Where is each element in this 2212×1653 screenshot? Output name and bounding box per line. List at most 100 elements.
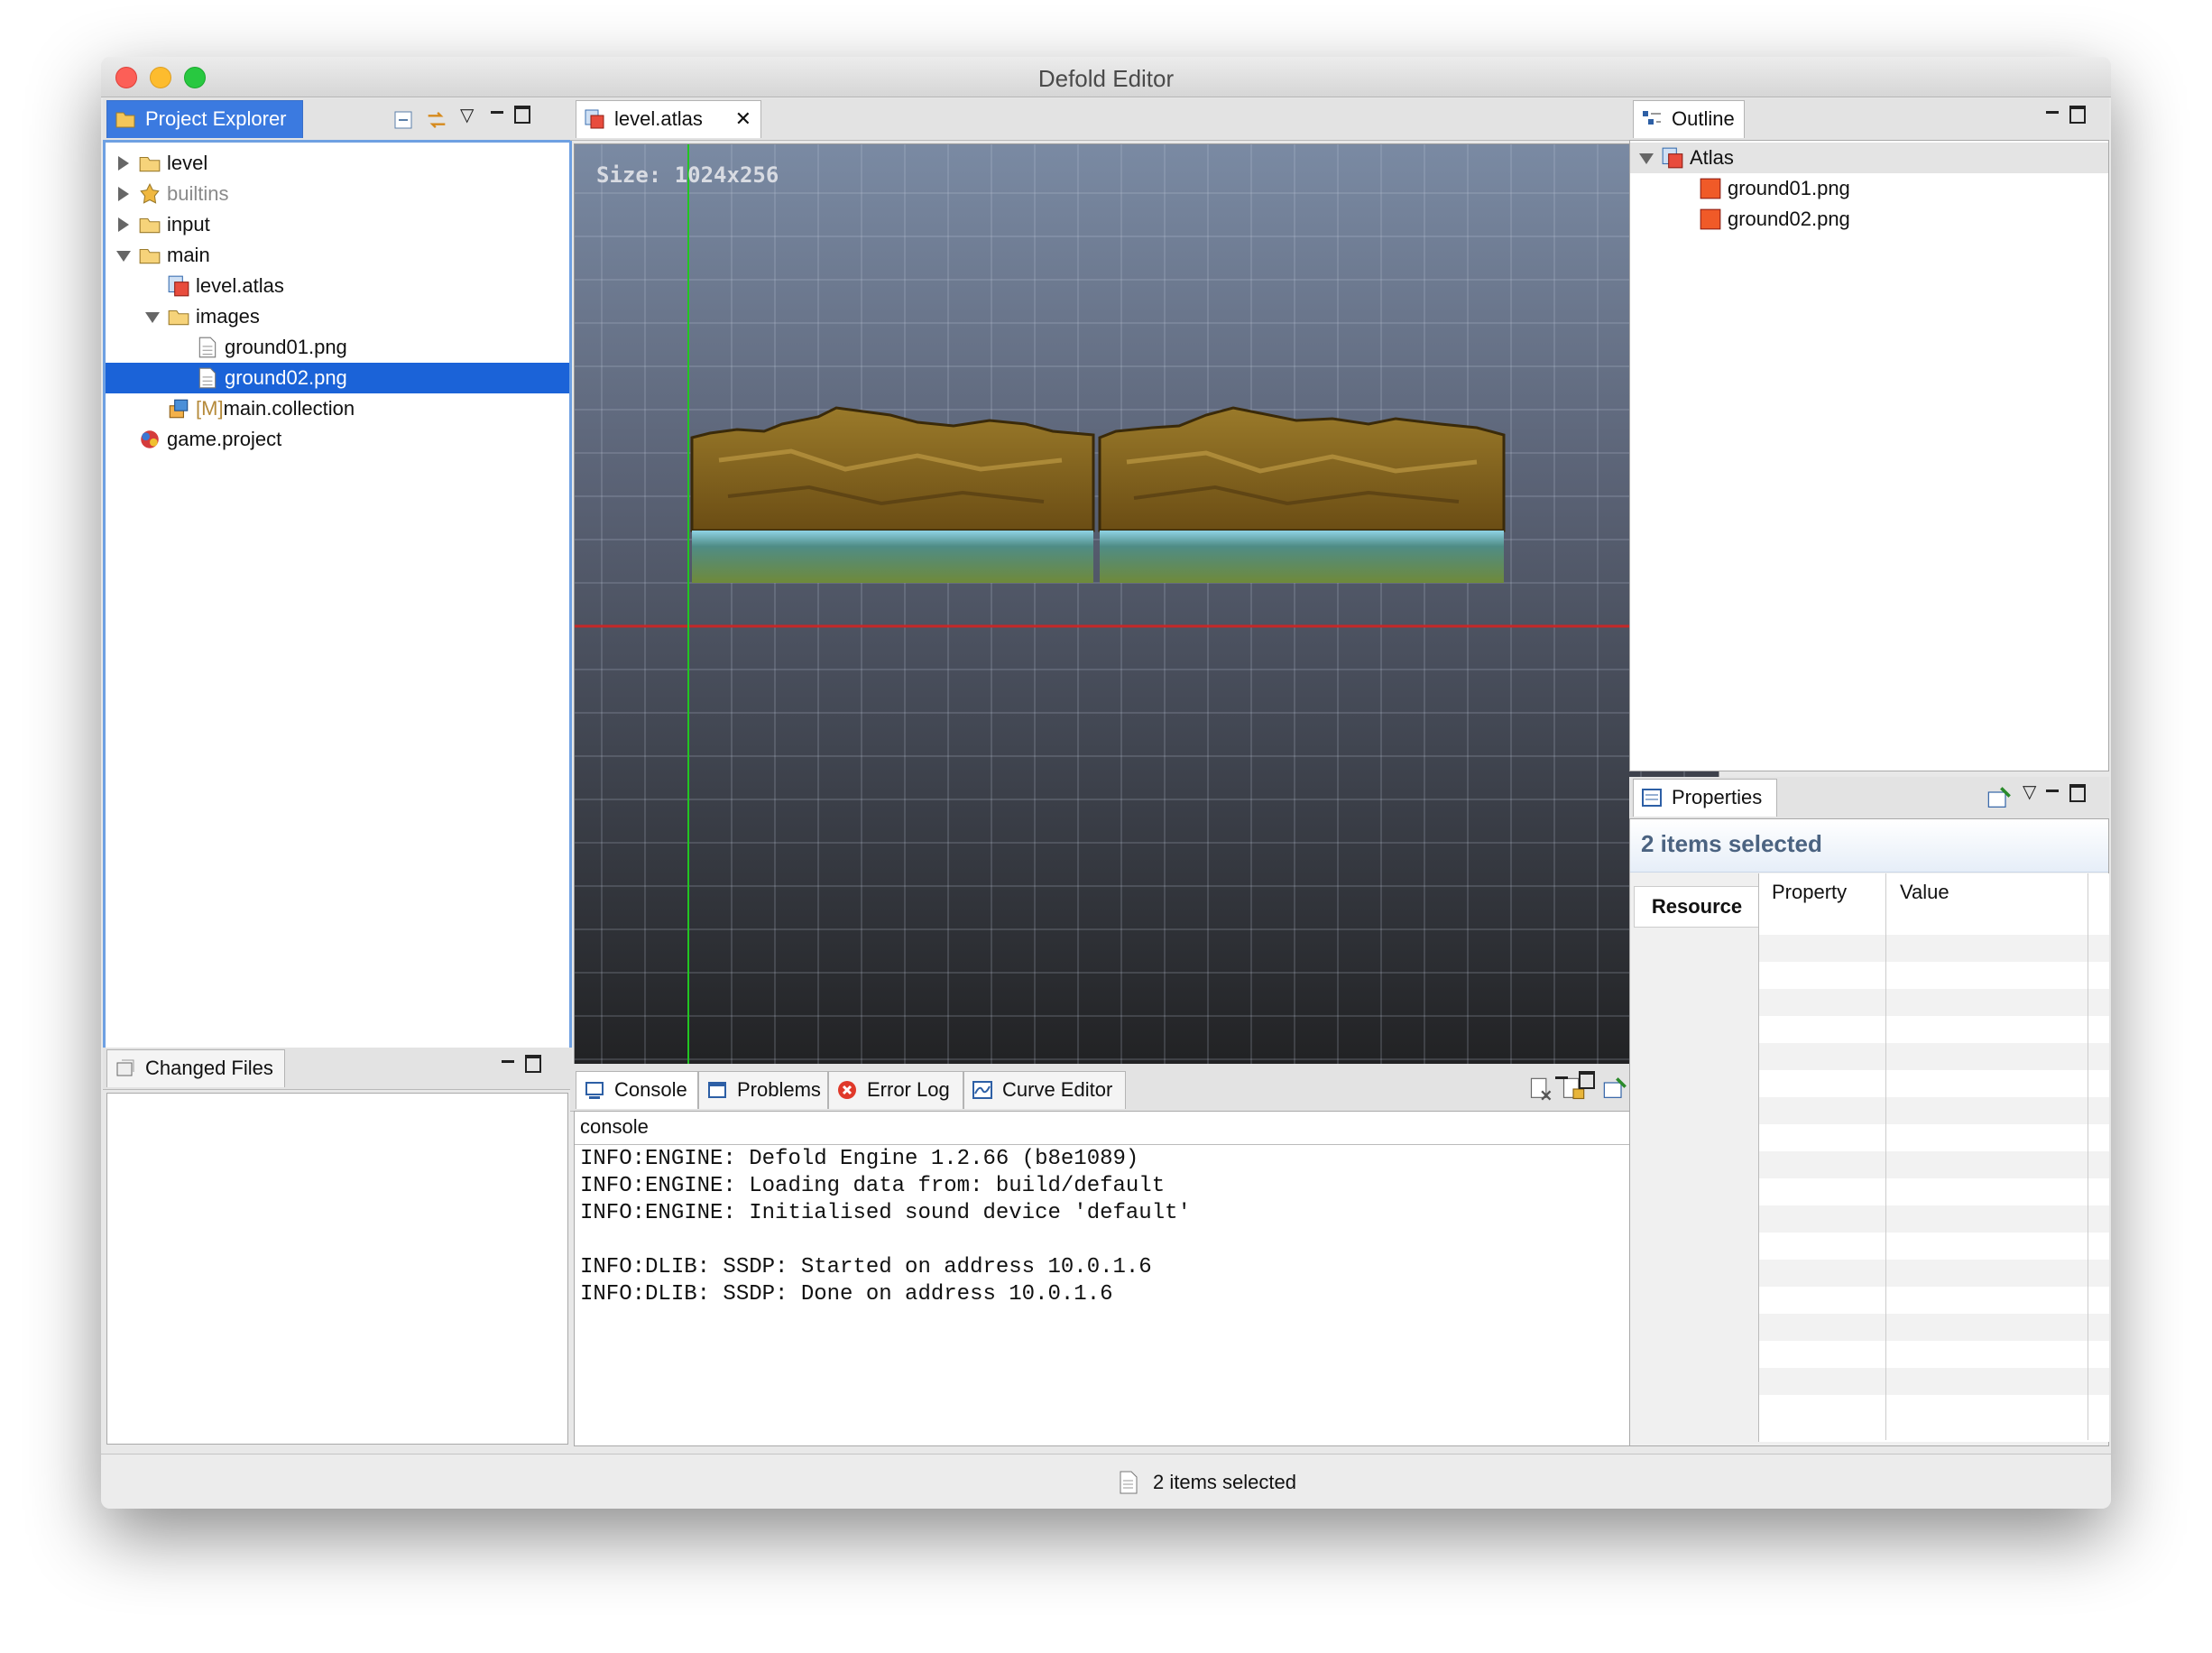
project-tree-item-label: ground01.png [225, 336, 347, 358]
tab-problems[interactable]: Problems [698, 1071, 828, 1109]
properties-panel: Properties ▽ 2 items selected Resource P… [1627, 777, 2111, 1454]
image-icon [1700, 178, 1721, 199]
project-tree-item-label: game.project [167, 428, 282, 450]
project-tree-item[interactable]: ground02.png [106, 363, 569, 393]
property-row [1759, 1043, 2109, 1070]
atlas-file-icon [168, 275, 189, 297]
minimize-icon[interactable] [491, 111, 503, 114]
tab-level-atlas[interactable]: level.atlas ✕ [576, 100, 761, 138]
window-title: Defold Editor [1037, 65, 1175, 92]
atlas-scene[interactable] [575, 144, 1719, 1121]
console-maximize-icon[interactable] [1579, 1071, 1595, 1089]
folder-icon [139, 217, 161, 234]
console-minimize-icon[interactable] [1555, 1076, 1568, 1079]
view-menu-chevron-down-icon[interactable]: ▽ [460, 104, 474, 126]
tab-curve-editor[interactable]: Curve Editor [963, 1071, 1126, 1109]
minimize-icon[interactable] [2046, 111, 2059, 114]
builtins-icon [140, 182, 160, 204]
project-tree-item[interactable]: input [106, 209, 569, 240]
tab-properties[interactable]: Properties [1633, 779, 1777, 817]
maximize-icon[interactable] [2069, 106, 2086, 124]
editor-panel: level.atlas ✕ Size: 1024x256 [570, 98, 1723, 1127]
console-line: INFO:DLIB: SSDP: Done on address 10.0.1.… [580, 1282, 1113, 1307]
project-tree-item[interactable]: level.atlas [106, 271, 569, 301]
console-line: INFO:DLIB: SSDP: Started on address 10.0… [580, 1255, 1152, 1279]
tab-label: Curve Editor [1002, 1078, 1113, 1101]
expand-arrow-icon[interactable] [118, 187, 129, 201]
error-log-icon [838, 1081, 856, 1099]
maximize-icon[interactable] [2069, 784, 2086, 802]
viewport-background [575, 144, 1719, 1121]
image-file-icon [198, 367, 217, 389]
pin-properties-icon[interactable] [1986, 786, 2012, 811]
project-explorer-icon [115, 112, 135, 128]
tab-label: Outline [1672, 107, 1735, 130]
outline-root-atlas[interactable]: Atlas [1630, 143, 2108, 173]
outline-item-ground02[interactable]: ground02.png [1630, 204, 2108, 235]
pin-console-icon[interactable] [1602, 1076, 1627, 1102]
ground02-sprite[interactable] [1098, 406, 1506, 583]
changed-files-tabbar: Changed Files [103, 1048, 572, 1090]
tab-label: Problems [737, 1078, 821, 1101]
link-with-editor-icon[interactable] [424, 107, 449, 133]
project-tree-item-label: level [167, 152, 208, 174]
minimize-icon[interactable] [502, 1060, 514, 1063]
tab-changed-files[interactable]: Changed Files [106, 1049, 285, 1087]
expand-arrow-icon[interactable] [1639, 153, 1654, 164]
tab-label: Error Log [867, 1078, 950, 1101]
project-tree-item[interactable]: ground01.png [106, 332, 569, 363]
console-panel: Console Problems Error Log Curve Editor … [570, 1064, 1723, 1454]
view-menu-chevron-down-icon[interactable]: ▽ [2023, 780, 2036, 803]
outline-item-ground01[interactable]: ground01.png [1630, 173, 2108, 204]
tab-project-explorer[interactable]: Project Explorer [106, 100, 303, 138]
tab-outline[interactable]: Outline [1633, 100, 1745, 138]
clear-console-icon[interactable] [1528, 1076, 1553, 1102]
title-bar: Defold Editor [101, 57, 2111, 97]
outline-item-label: ground02.png [1728, 208, 1850, 230]
tab-label: Changed Files [145, 1057, 273, 1079]
outline-tree: Atlas ground01.png ground02.png [1629, 140, 2109, 771]
close-tab-icon[interactable]: ✕ [735, 101, 751, 137]
project-tree-item[interactable]: [M]main.collection [106, 393, 569, 424]
property-row [1759, 1124, 2109, 1151]
properties-heading: 2 items selected [1641, 830, 1822, 857]
collapse-arrow-icon[interactable] [145, 312, 160, 323]
tab-error-log[interactable]: Error Log [828, 1071, 963, 1109]
maximize-icon[interactable] [514, 106, 530, 124]
status-text: 2 items selected [1153, 1471, 1296, 1493]
collapse-all-icon[interactable] [393, 109, 415, 131]
project-tree-item[interactable]: game.project [106, 424, 569, 455]
project-tree-item-label: builtins [167, 182, 229, 205]
column-property: Property [1772, 881, 1848, 903]
tab-label: level.atlas [614, 107, 703, 130]
minimize-icon[interactable] [2046, 790, 2059, 792]
project-tree-item[interactable]: level [106, 148, 569, 179]
project-tree-item[interactable]: main [106, 240, 569, 271]
properties-table-header: Property Value [1759, 873, 2109, 909]
outline-icon [1643, 111, 1661, 125]
expand-arrow-icon[interactable] [118, 156, 129, 171]
project-tree-item-label: level.atlas [196, 274, 284, 297]
project-explorer-tabbar: Project Explorer ▽ [103, 98, 572, 141]
scene-viewport[interactable]: Size: 1024x256 [574, 143, 1719, 1122]
image-icon [1700, 208, 1721, 230]
console-tabbar: Console Problems Error Log Curve Editor … [570, 1064, 1723, 1112]
properties-tabbar: Properties ▽ [1629, 777, 2109, 819]
expand-arrow-icon[interactable] [118, 217, 129, 232]
property-row [1759, 1205, 2109, 1233]
property-row [1759, 1341, 2109, 1368]
maximize-icon[interactable] [525, 1055, 541, 1073]
project-tree-item[interactable]: builtins [106, 179, 569, 209]
app-window: Defold Editor Project Explorer ▽ level bu… [101, 57, 2111, 1509]
changed-files-panel: Changed Files [101, 1048, 574, 1454]
project-tree-item[interactable]: images [106, 301, 569, 332]
ground01-sprite[interactable] [690, 406, 1095, 583]
tab-resource[interactable]: Resource [1634, 886, 1760, 928]
atlas-icon [1662, 147, 1683, 169]
console-output[interactable]: console INFO:ENGINE: Defold Engine 1.2.6… [574, 1111, 1719, 1446]
modified-prefix: [M] [196, 397, 224, 420]
tab-console[interactable]: Console [576, 1071, 698, 1109]
collapse-arrow-icon[interactable] [116, 251, 131, 262]
console-line: INFO:ENGINE: Defold Engine 1.2.66 (b8e10… [580, 1147, 1139, 1171]
